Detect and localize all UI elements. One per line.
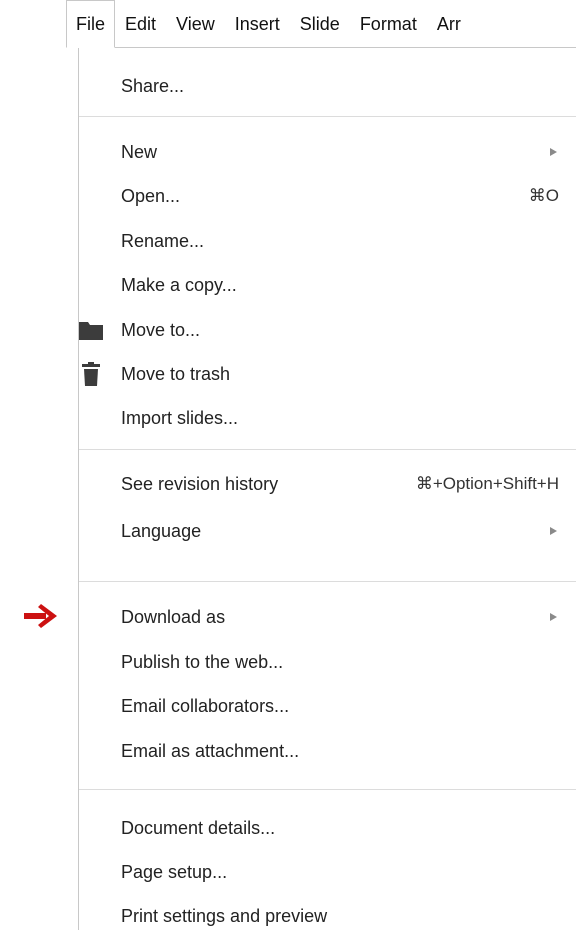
menu-item-move-to[interactable]: Move to... xyxy=(79,310,576,350)
submenu-arrow-icon xyxy=(550,148,557,156)
submenu-arrow-icon xyxy=(550,527,557,535)
file-menu: Share... New Open... ⌘O Rename... Make a… xyxy=(78,47,576,930)
menu-separator xyxy=(79,789,576,790)
menu-item-label: See revision history xyxy=(121,473,279,494)
menu-item-label: Open... xyxy=(121,185,181,206)
menu-tab-file[interactable]: File xyxy=(66,0,116,48)
menu-item-open[interactable]: Open... ⌘O xyxy=(79,176,576,216)
menu-item-share[interactable]: Share... xyxy=(79,66,576,106)
menu-item-label: Download as xyxy=(121,606,226,627)
menu-item-label: Import slides... xyxy=(121,407,239,428)
menu-item-label: Document details... xyxy=(121,817,276,838)
menu-separator xyxy=(79,116,576,117)
menu-item-print-settings-and-preview[interactable]: Print settings and preview xyxy=(79,896,576,930)
menu-item-import-slides[interactable]: Import slides... xyxy=(79,398,576,438)
menu-tab-edit[interactable]: Edit xyxy=(115,0,166,48)
menu-tab-insert[interactable]: Insert xyxy=(225,0,290,48)
menu-item-email-collaborators[interactable]: Email collaborators... xyxy=(79,686,576,726)
menu-item-label: Move to trash xyxy=(121,363,231,384)
submenu-arrow-icon xyxy=(550,613,557,621)
menu-item-email-as-attachment[interactable]: Email as attachment... xyxy=(79,731,576,771)
menu-tab-arrange[interactable]: Arr xyxy=(427,0,471,48)
menu-separator xyxy=(79,449,576,450)
menu-item-move-to-trash[interactable]: Move to trash xyxy=(79,354,576,394)
menu-item-document-details[interactable]: Document details... xyxy=(79,808,576,848)
menu-separator xyxy=(79,581,576,582)
menu-item-rename[interactable]: Rename... xyxy=(79,221,576,261)
menu-item-label: Rename... xyxy=(121,230,205,251)
menu-item-label: Email collaborators... xyxy=(121,695,290,716)
menu-item-language[interactable]: Language xyxy=(79,511,576,551)
menu-item-new[interactable]: New xyxy=(79,132,576,172)
menu-item-download-as[interactable]: Download as xyxy=(79,597,576,637)
menu-item-label: New xyxy=(121,141,158,162)
trash-icon xyxy=(79,362,103,386)
menu-item-make-a-copy[interactable]: Make a copy... xyxy=(79,265,576,305)
menu-item-label: Print settings and preview xyxy=(121,905,328,926)
menu-item-page-setup[interactable]: Page setup... xyxy=(79,852,576,892)
folder-icon xyxy=(79,318,103,342)
menu-item-label: Email as attachment... xyxy=(121,740,300,761)
menu-item-see-revision-history[interactable]: See revision history ⌘+Option+Shift+H xyxy=(79,464,576,504)
menu-item-publish-to-the-web[interactable]: Publish to the web... xyxy=(79,642,576,682)
red-arrow-icon xyxy=(24,604,57,628)
menu-item-shortcut: ⌘+Option+Shift+H xyxy=(415,474,559,493)
menu-item-label: Language xyxy=(121,520,202,541)
menu-tab-format[interactable]: Format xyxy=(350,0,427,48)
menu-item-label: Page setup... xyxy=(121,861,228,882)
menu-item-label: Make a copy... xyxy=(121,274,237,295)
menu-tab-slide[interactable]: Slide xyxy=(290,0,350,48)
menu-item-label: Share... xyxy=(121,75,185,96)
menu-item-label: Move to... xyxy=(121,319,201,340)
menu-tab-view[interactable]: View xyxy=(166,0,225,48)
menu-item-label: Publish to the web... xyxy=(121,651,284,672)
menu-item-shortcut: ⌘O xyxy=(528,186,559,205)
app-screen: File Edit View Insert Slide Format Arr S… xyxy=(0,0,576,930)
